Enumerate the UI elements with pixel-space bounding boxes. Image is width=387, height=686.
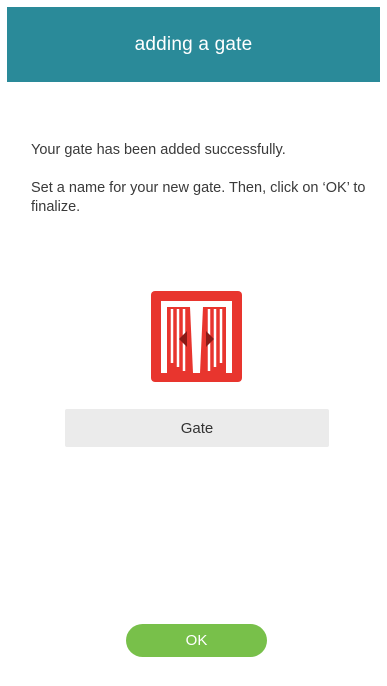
success-message: Your gate has been added successfully. [31,142,286,158]
instruction-message: Set a name for your new gate. Then, clic… [31,180,366,215]
ok-button[interactable]: OK [126,624,267,657]
header-bar: adding a gate [7,7,380,82]
gate-name-input[interactable] [65,409,329,447]
gate-icon [151,291,242,382]
page-title: adding a gate [134,33,253,55]
